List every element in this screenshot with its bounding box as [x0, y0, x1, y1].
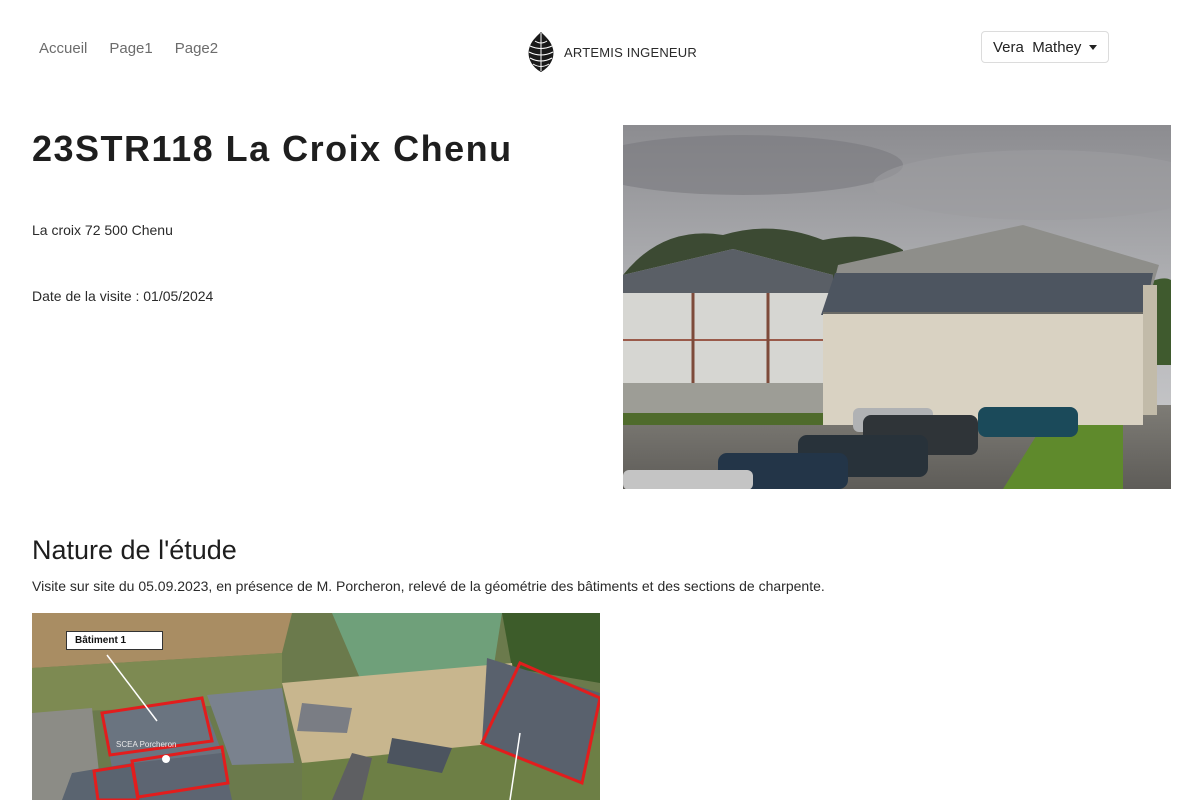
section-heading: Nature de l'étude	[32, 535, 237, 565]
caret-down-icon	[1089, 44, 1097, 50]
top-nav: Accueil Page1 Page2	[39, 40, 218, 57]
building-label: Bâtiment 1	[66, 631, 164, 650]
building-photo	[623, 125, 1171, 489]
study-description: Visite sur site du 05.09.2023, en présen…	[32, 578, 825, 594]
project-address: La croix 72 500 Chenu	[32, 222, 173, 238]
nav-link-page1[interactable]: Page1	[109, 40, 152, 57]
brand-name: ARTEMIS INGENEUR	[564, 44, 697, 60]
page-title: 23STR118 La Croix Chenu	[32, 128, 513, 169]
nav-link-page2[interactable]: Page2	[175, 40, 218, 57]
place-label: SCEA Porcheron	[116, 740, 177, 749]
pinecone-icon	[528, 32, 554, 72]
user-name: Vera Mathey	[993, 38, 1082, 56]
user-menu-dropdown[interactable]: Vera Mathey	[981, 31, 1109, 63]
nav-link-accueil[interactable]: Accueil	[39, 40, 87, 57]
aerial-map-image: Bâtiment 1 SCEA Porcheron	[32, 613, 600, 800]
visit-date: Date de la visite : 01/05/2024	[32, 288, 214, 304]
brand-logo[interactable]: ARTEMIS INGENEUR	[526, 31, 697, 73]
